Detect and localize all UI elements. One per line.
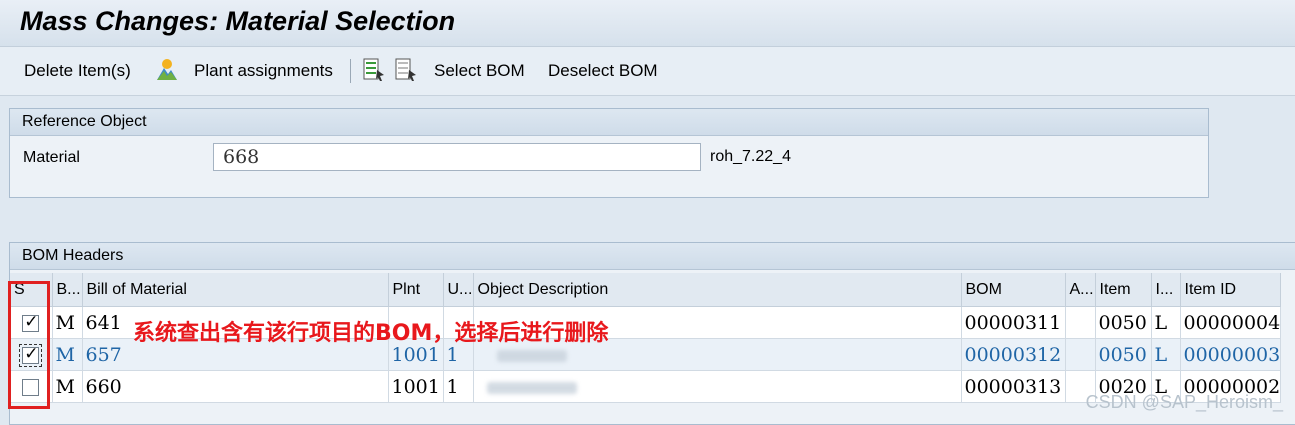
- cell-i: L: [1151, 306, 1181, 339]
- redacted-text: [496, 349, 567, 362]
- cell-bill: 660: [82, 370, 389, 403]
- cell-plnt: 1001: [388, 370, 444, 403]
- cell-desc: [473, 370, 962, 403]
- plant-icon[interactable]: [155, 58, 179, 87]
- highlight-box: [8, 281, 50, 409]
- cell-b: M: [52, 370, 83, 403]
- bom-headers-title: BOM Headers: [10, 243, 1295, 270]
- cell-a: [1065, 338, 1096, 371]
- col-header-bill[interactable]: Bill of Material: [82, 273, 389, 307]
- col-header-item[interactable]: Item: [1095, 273, 1152, 307]
- plant-assignments-button[interactable]: Plant assignments: [194, 61, 333, 81]
- col-header-desc[interactable]: Object Description: [473, 273, 962, 307]
- cell-i: L: [1151, 338, 1181, 371]
- cell-bom: 00000312: [961, 338, 1066, 371]
- select-bom-button[interactable]: Select BOM: [434, 61, 525, 81]
- title-bar: Mass Changes: Material Selection: [0, 0, 1295, 47]
- cell-item-id: 00000004: [1180, 306, 1282, 339]
- cell-item: 0050: [1095, 338, 1152, 371]
- cell-bom: 00000311: [961, 306, 1066, 339]
- material-field[interactable]: 668: [213, 143, 701, 171]
- watermark: CSDN @SAP_Heroism_: [1085, 392, 1283, 412]
- cell-b: M: [52, 338, 83, 371]
- cell-item-id: 00000003: [1180, 338, 1282, 371]
- redacted-text: [486, 381, 577, 394]
- col-header-i[interactable]: I...: [1151, 273, 1181, 307]
- cell-u: 1: [443, 370, 474, 403]
- reference-object-group: Reference Object Material 668 roh_7.22_4: [9, 108, 1209, 198]
- page-title: Mass Changes: Material Selection: [20, 6, 456, 36]
- select-all-icon[interactable]: [363, 58, 385, 87]
- cell-a: [1065, 306, 1096, 339]
- deselect-bom-button[interactable]: Deselect BOM: [548, 61, 658, 81]
- cell-item: 0050: [1095, 306, 1152, 339]
- annotation-text: 系统查出含有该行项目的BOM，选择后进行删除: [133, 321, 609, 346]
- col-header-u[interactable]: U...: [443, 273, 474, 307]
- delete-items-button[interactable]: Delete Item(s): [24, 61, 131, 81]
- toolbar-separator: [350, 59, 351, 83]
- reference-object-title: Reference Object: [10, 109, 1208, 136]
- col-header-bom[interactable]: BOM: [961, 273, 1066, 307]
- table-header-row: S B... Bill of Material Plnt U... Object…: [10, 273, 1282, 307]
- material-description: roh_7.22_4: [710, 148, 791, 165]
- deselect-all-icon[interactable]: [395, 58, 417, 87]
- cell-bom: 00000313: [961, 370, 1066, 403]
- col-header-plnt[interactable]: Plnt: [388, 273, 444, 307]
- col-header-item-id[interactable]: Item ID: [1180, 273, 1282, 307]
- col-header-b[interactable]: B...: [52, 273, 83, 307]
- material-label: Material: [23, 149, 80, 166]
- cell-b: M: [52, 306, 83, 339]
- col-header-a[interactable]: A...: [1065, 273, 1096, 307]
- toolbar: Delete Item(s) Plant assignments Select …: [0, 47, 1295, 96]
